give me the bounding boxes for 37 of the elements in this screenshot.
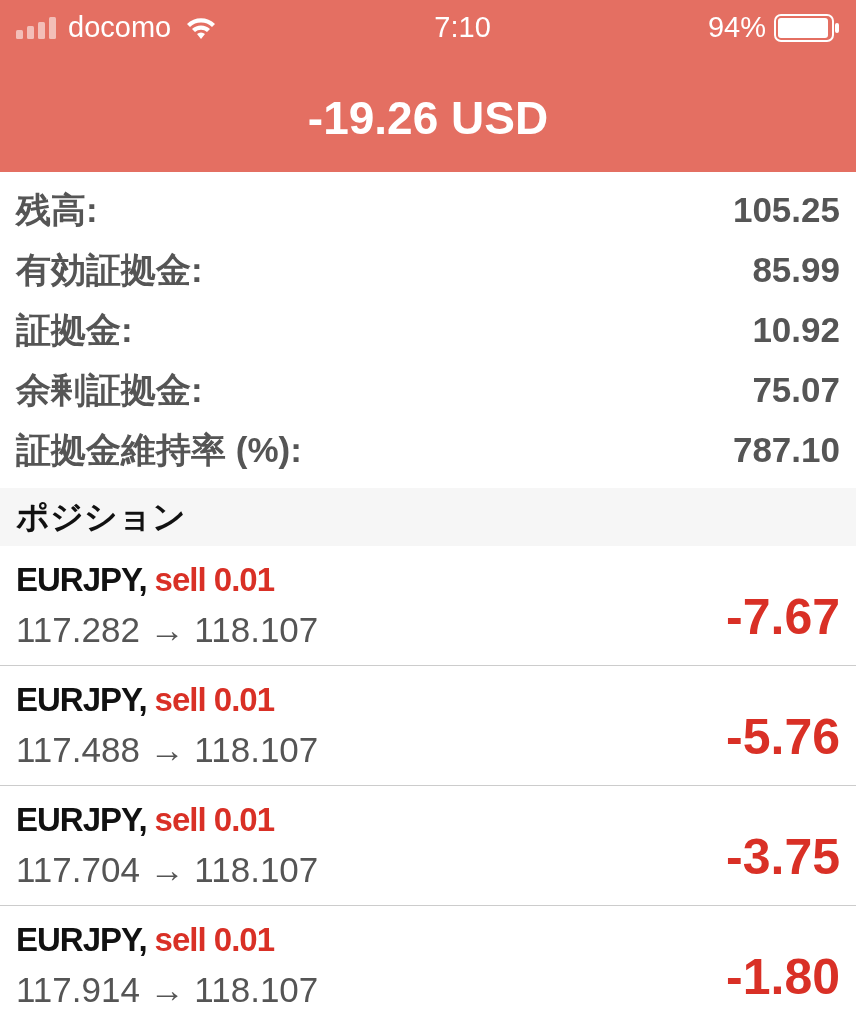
position-profit: -5.76: [726, 708, 840, 767]
position-prices: 117.282 → 118.107: [16, 609, 319, 651]
order-type: sell 0.01: [154, 559, 274, 600]
battery-icon: [774, 14, 840, 42]
position-row[interactable]: EURJPY, sell 0.01 117.704 → 118.107 -3.75: [0, 786, 856, 906]
summary-value: 10.92: [752, 308, 840, 351]
position-prices: 117.914 → 118.107: [16, 969, 319, 1011]
position-row[interactable]: EURJPY, sell 0.01 117.914 → 118.107 -1.80: [0, 906, 856, 1024]
position-symbol: EURJPY,: [16, 919, 147, 960]
order-type: sell 0.01: [154, 679, 274, 720]
position-row[interactable]: EURJPY, sell 0.01 117.488 → 118.107 -5.76: [0, 666, 856, 786]
summary-value: 85.99: [752, 248, 840, 291]
section-title: ポジション: [16, 497, 186, 538]
position-profit: -7.67: [726, 588, 840, 647]
balance-title: -19.26 USD: [306, 91, 550, 146]
summary-label: 証拠金:: [16, 308, 133, 351]
order-type: sell 0.01: [154, 799, 274, 840]
position-prices: 117.704 → 118.107: [16, 849, 319, 891]
order-type: sell 0.01: [154, 919, 274, 960]
position-symbol: EURJPY,: [16, 559, 147, 600]
wifi-icon: [185, 16, 218, 40]
position-symbol: EURJPY,: [16, 799, 147, 840]
position-row[interactable]: EURJPY, sell 0.01 117.282 → 118.107 -7.67: [0, 546, 856, 666]
position-profit: -1.80: [726, 948, 840, 1007]
summary-value: 787.10: [732, 428, 840, 471]
position-prices: 117.488 → 118.107: [16, 729, 319, 771]
battery-percent: 94%: [707, 10, 766, 46]
summary-label: 有効証拠金:: [16, 248, 203, 291]
summary-value: 105.25: [732, 188, 840, 231]
position-profit: -3.75: [726, 828, 840, 887]
summary-value: 75.07: [752, 368, 840, 411]
status-time: 7:10: [433, 10, 492, 46]
summary-label: 残高:: [16, 188, 98, 231]
summary-label: 余剰証拠金:: [16, 368, 203, 411]
summary-label: 証拠金維持率 (%):: [16, 428, 302, 471]
carrier-name: docomo: [68, 10, 172, 46]
position-symbol: EURJPY,: [16, 679, 147, 720]
